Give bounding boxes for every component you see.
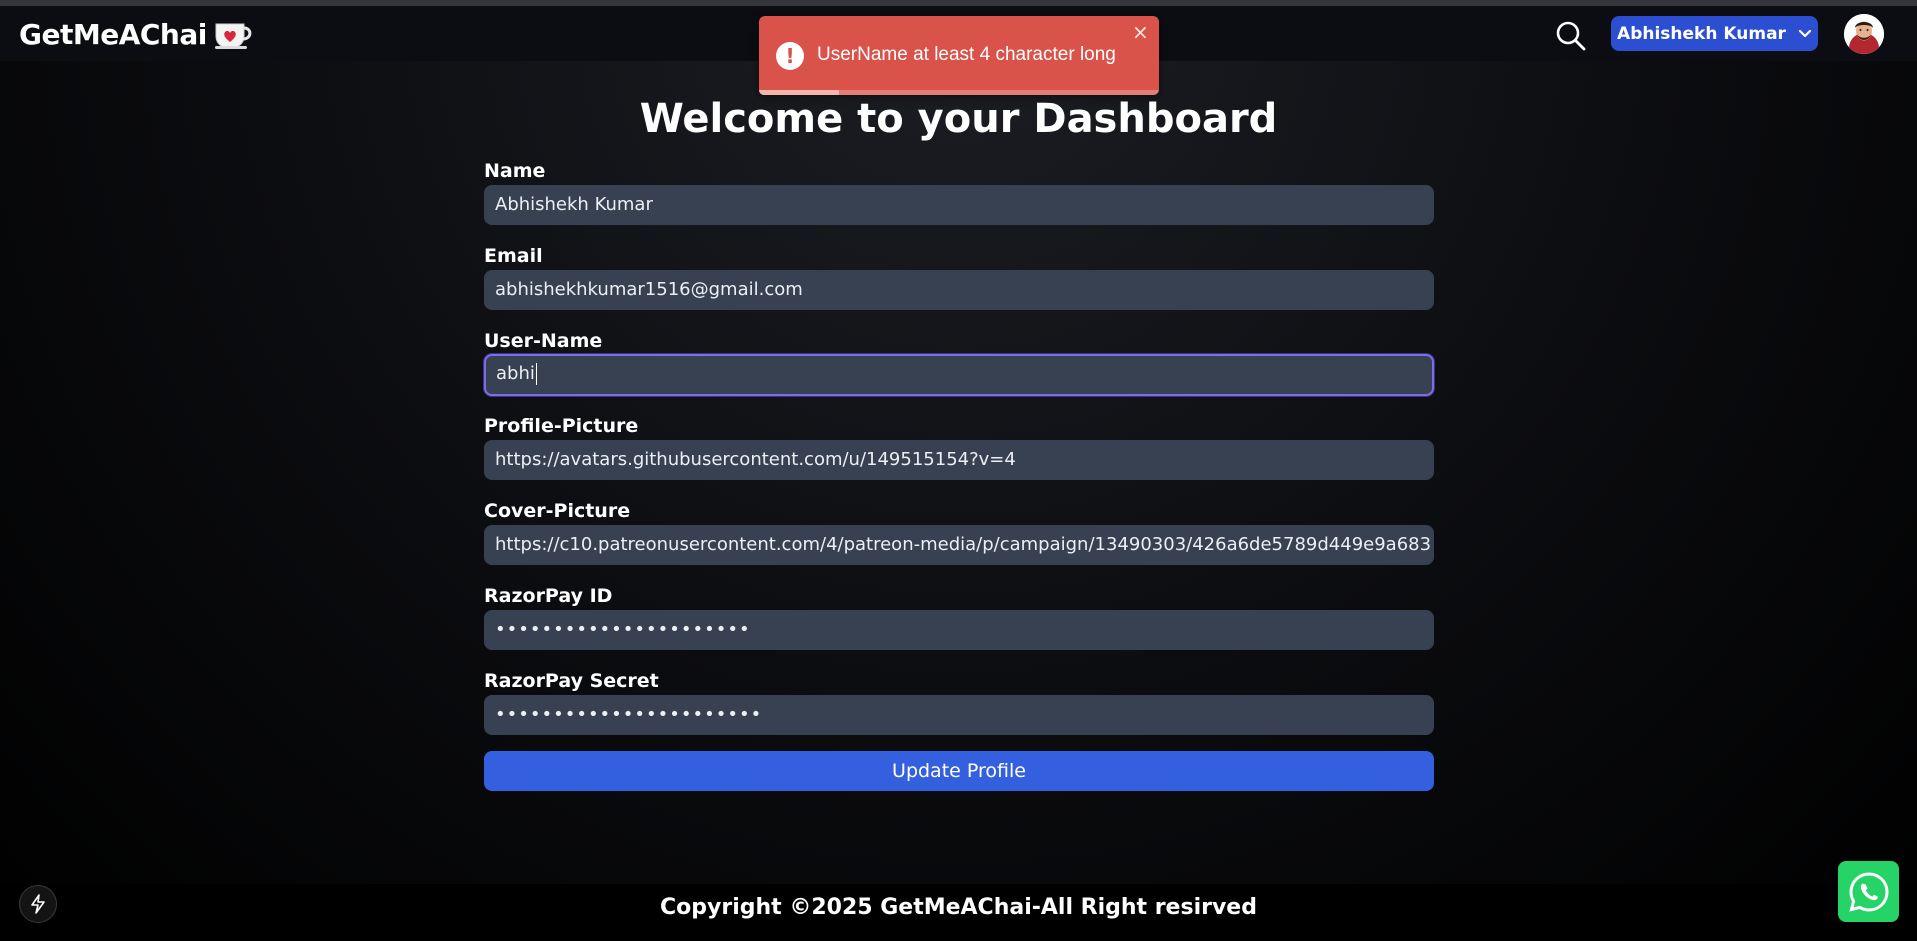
razorpay-secret-field[interactable]: ••••••••••••••••••••••• [484, 695, 1434, 735]
profile-picture-label: Profile-Picture [484, 415, 639, 437]
email-field[interactable]: abhishekhkumar1516@gmail.com [484, 270, 1434, 310]
error-toast: ! UserName at least 4 character long × [759, 16, 1159, 95]
razorpay-secret-label: RazorPay Secret [484, 670, 659, 692]
text-caret [535, 363, 537, 385]
name-label: Name [484, 160, 546, 182]
brand-name: GetMeAChai [19, 18, 207, 51]
username-label: User-Name [484, 330, 603, 352]
username-field[interactable]: abhi [484, 354, 1434, 396]
avatar[interactable] [1844, 14, 1884, 54]
lightning-icon[interactable] [19, 885, 57, 923]
cover-picture-label: Cover-Picture [484, 500, 631, 522]
user-menu-button[interactable]: Abhishekh Kumar [1611, 16, 1818, 51]
cover-picture-field[interactable]: https://c10.patreonusercontent.com/4/pat… [484, 525, 1434, 565]
search-icon[interactable] [1555, 20, 1587, 52]
whatsapp-icon[interactable] [1838, 861, 1899, 922]
footer: Copyright ©2025 GetMeAChai-All Right res… [0, 884, 1917, 941]
email-label: Email [484, 245, 543, 267]
lightning-glyph [31, 894, 45, 914]
brand-logo[interactable]: GetMeAChai [19, 18, 253, 51]
profile-picture-field[interactable]: https://avatars.githubusercontent.com/u/… [484, 440, 1434, 480]
page-title: Welcome to your Dashboard [639, 96, 1278, 142]
razorpay-id-field[interactable]: •••••••••••••••••••••• [484, 610, 1434, 650]
tea-cup-heart-icon [214, 23, 252, 49]
update-profile-button[interactable]: Update Profile [484, 751, 1434, 791]
username-value: abhi [496, 363, 535, 384]
name-field[interactable]: Abhishekh Kumar [484, 185, 1434, 225]
footer-copyright: Copyright ©2025 GetMeAChai-All Right res… [660, 895, 1257, 920]
user-menu-label: Abhishekh Kumar [1617, 23, 1786, 44]
whatsapp-glyph [1848, 871, 1889, 912]
close-icon[interactable]: × [1132, 20, 1149, 44]
toast-message: UserName at least 4 character long [817, 44, 1116, 65]
avatar-image [1844, 14, 1884, 54]
exclamation-icon: ! [776, 42, 804, 70]
chevron-down-icon [1798, 29, 1812, 37]
razorpay-id-label: RazorPay ID [484, 585, 613, 607]
